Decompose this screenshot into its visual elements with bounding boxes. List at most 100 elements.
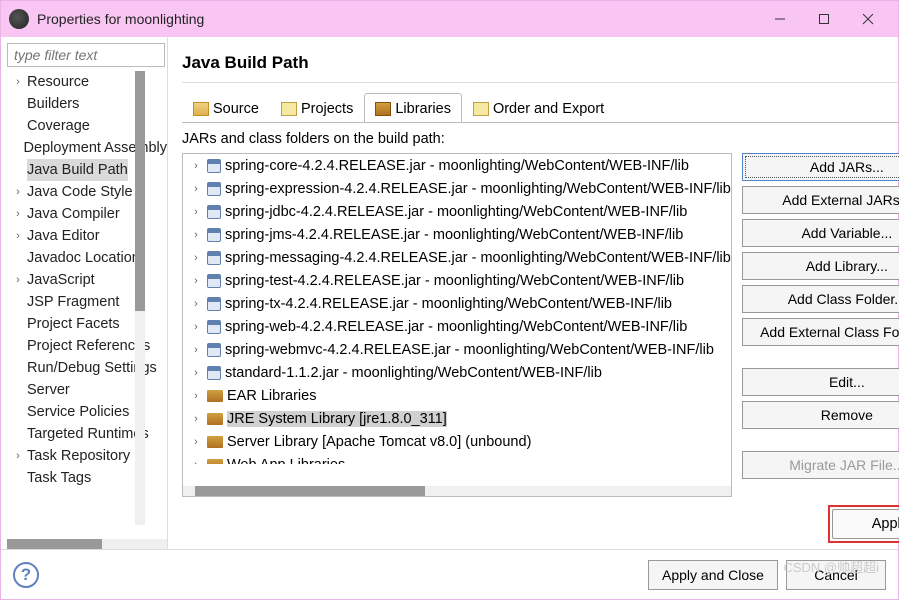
projects-icon: [281, 102, 297, 116]
close-button[interactable]: [846, 5, 890, 33]
expand-icon[interactable]: ›: [11, 181, 25, 203]
tree-item-label: Java Compiler: [27, 203, 120, 225]
expand-icon[interactable]: ›: [11, 225, 25, 247]
tree-item-label: Targeted Runtimes: [27, 423, 149, 445]
libfolder-icon: [207, 413, 223, 425]
add-library-button[interactable]: Add Library...: [742, 252, 899, 280]
lib-item-label: spring-jdbc-4.2.4.RELEASE.jar - moonligh…: [225, 204, 687, 220]
jar-icon: [207, 228, 221, 242]
lib-item-label: spring-web-4.2.4.RELEASE.jar - moonlight…: [225, 319, 687, 335]
expand-icon[interactable]: ›: [189, 321, 203, 333]
libs-description: JARs and class folders on the build path…: [182, 131, 899, 147]
tree-item-label: Javadoc Location: [27, 247, 140, 269]
remove-button[interactable]: Remove: [742, 401, 899, 429]
jar-icon: [207, 205, 221, 219]
expand-icon[interactable]: ›: [189, 367, 203, 379]
tree-item-label: Deployment Assembly: [24, 137, 167, 159]
maximize-button[interactable]: [802, 5, 846, 33]
lib-item[interactable]: › Server Library [Apache Tomcat v8.0] (un…: [183, 430, 731, 453]
expand-icon[interactable]: ›: [189, 459, 203, 465]
add-external-class-folder-button[interactable]: Add External Class Folder...: [742, 318, 899, 346]
minimize-button[interactable]: [758, 5, 802, 33]
add-variable-button[interactable]: Add Variable...: [742, 219, 899, 247]
expand-icon[interactable]: ›: [189, 229, 203, 241]
lib-item[interactable]: ›JRE System Library [jre1.8.0_311]: [183, 407, 731, 430]
tree-item-label: Java Build Path: [27, 159, 128, 181]
expand-icon[interactable]: ›: [189, 344, 203, 356]
tab-order[interactable]: Order and Export: [462, 93, 615, 123]
lib-item[interactable]: ›spring-expression-4.2.4.RELEASE.jar - m…: [183, 177, 731, 200]
lib-item[interactable]: › standard-1.1.2.jar - moonlighting/WebCo…: [183, 361, 731, 384]
apply-highlight: Apply: [828, 505, 899, 543]
lib-item[interactable]: › spring-core-4.2.4.RELEASE.jar - moonlig…: [183, 154, 731, 177]
lib-item[interactable]: › spring-jdbc-4.2.4.RELEASE.jar - moonlig…: [183, 200, 731, 223]
lib-item[interactable]: ›EAR Libraries: [183, 384, 731, 407]
tree-item-label: Task Tags: [27, 467, 91, 489]
jar-icon: [207, 182, 221, 196]
lib-item-label: spring-webmvc-4.2.4.RELEASE.jar - moonli…: [225, 342, 714, 358]
jar-icon: [207, 343, 221, 357]
migrate-jar-button: Migrate JAR File...: [742, 451, 899, 479]
expand-icon[interactable]: ›: [189, 275, 203, 287]
add-external-jars-button[interactable]: Add External JARs...: [742, 186, 899, 214]
help-icon[interactable]: ?: [13, 562, 39, 588]
expand-icon[interactable]: ›: [11, 445, 25, 467]
tree-hscrollbar[interactable]: [7, 539, 167, 549]
add-class-folder-button[interactable]: Add Class Folder...: [742, 285, 899, 313]
tree-item-label: Project References: [27, 335, 150, 357]
expand-icon[interactable]: ›: [189, 183, 203, 195]
app-icon: [9, 9, 29, 29]
order-icon: [473, 102, 489, 116]
tree-item-label: Resource: [27, 71, 89, 93]
add-jars-button[interactable]: Add JARs...: [742, 153, 899, 181]
lib-item-label: spring-core-4.2.4.RELEASE.jar - moonligh…: [225, 158, 689, 174]
lib-item-label: spring-test-4.2.4.RELEASE.jar - moonligh…: [225, 273, 684, 289]
jar-icon: [207, 274, 221, 288]
lib-item[interactable]: › spring-webmvc-4.2.4.RELEASE.jar - moonl…: [183, 338, 731, 361]
expand-icon[interactable]: ›: [189, 436, 203, 448]
lib-item[interactable]: ›spring-tx-4.2.4.RELEASE.jar - moonlight…: [183, 292, 731, 315]
tab-projects[interactable]: Projects: [270, 93, 364, 123]
lib-item[interactable]: › spring-web-4.2.4.RELEASE.jar - moonligh…: [183, 315, 731, 338]
edit-button[interactable]: Edit...: [742, 368, 899, 396]
lib-item[interactable]: › Web App Libraries: [183, 453, 731, 464]
libs-hscrollbar[interactable]: [183, 486, 731, 496]
expand-icon[interactable]: ›: [11, 269, 25, 291]
lib-item-label: Server Library [Apache Tomcat v8.0] (unb…: [227, 434, 531, 450]
lib-item-label: Web App Libraries: [227, 457, 345, 465]
watermark: CSDN @帅超超i: [783, 557, 879, 576]
tree-item-label: Java Code Style: [27, 181, 133, 203]
page-title: Java Build Path: [182, 53, 899, 73]
filter-input[interactable]: [7, 43, 165, 67]
source-icon: [193, 102, 209, 116]
tree-item-label: Project Facets: [27, 313, 120, 335]
tree-item-label: Coverage: [27, 115, 90, 137]
expand-icon[interactable]: ›: [189, 298, 203, 310]
lib-item[interactable]: › spring-messaging-4.2.4.RELEASE.jar - mo…: [183, 246, 731, 269]
window-title: Properties for moonlighting: [37, 11, 758, 27]
jar-icon: [207, 159, 221, 173]
tab-source[interactable]: Source: [182, 93, 270, 123]
expand-icon[interactable]: ›: [189, 390, 203, 402]
tree-item-label: Task Repository: [27, 445, 130, 467]
expand-icon[interactable]: ›: [189, 252, 203, 264]
libfolder-icon: [207, 459, 223, 465]
lib-item-label: standard-1.1.2.jar - moonlighting/WebCon…: [225, 365, 602, 381]
lib-item[interactable]: › spring-jms-4.2.4.RELEASE.jar - moonligh…: [183, 223, 731, 246]
apply-and-close-button[interactable]: Apply and Close: [648, 560, 778, 590]
lib-item[interactable]: › spring-test-4.2.4.RELEASE.jar - moonlig…: [183, 269, 731, 292]
expand-icon[interactable]: ›: [189, 160, 203, 172]
libs-list[interactable]: › spring-core-4.2.4.RELEASE.jar - moonlig…: [182, 153, 732, 497]
libfolder-icon: [207, 436, 223, 448]
lib-item-label: spring-jms-4.2.4.RELEASE.jar - moonlight…: [225, 227, 683, 243]
tree-scrollbar[interactable]: [135, 71, 145, 525]
expand-icon[interactable]: ›: [189, 206, 203, 218]
lib-item-label: spring-messaging-4.2.4.RELEASE.jar - moo…: [225, 250, 731, 266]
expand-icon[interactable]: ›: [189, 413, 203, 425]
tree-item-label: Server: [27, 379, 70, 401]
expand-icon[interactable]: ›: [11, 203, 25, 225]
expand-icon[interactable]: ›: [11, 71, 25, 93]
tab-libraries[interactable]: Libraries: [364, 93, 462, 123]
apply-button[interactable]: Apply: [832, 509, 899, 539]
tree-item-label: JSP Fragment: [27, 291, 119, 313]
